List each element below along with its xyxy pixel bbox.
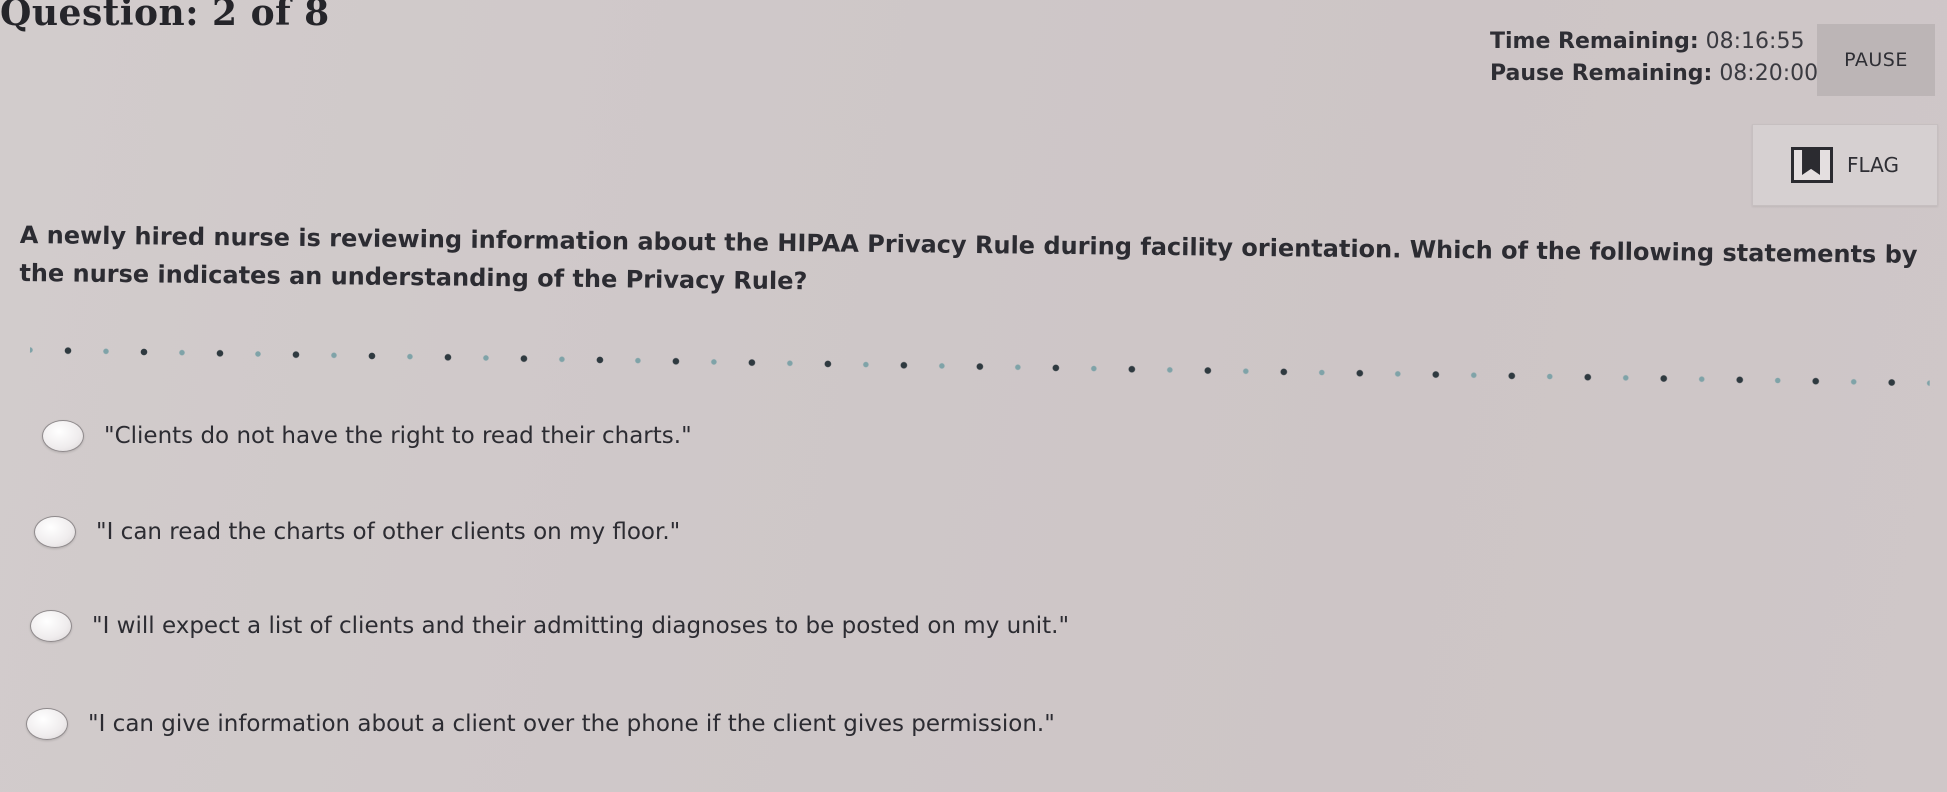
radio-button-1[interactable] (42, 420, 84, 452)
pause-remaining-label: Pause Remaining: (1490, 61, 1713, 86)
time-remaining-label: Time Remaining: (1490, 29, 1699, 54)
question-stem: A newly hired nurse is reviewing informa… (19, 220, 1918, 296)
answer-option-3[interactable]: "I will expect a list of clients and the… (30, 610, 1069, 642)
bookmark-flag-icon (1791, 147, 1834, 183)
flag-button[interactable]: FLAG (1752, 124, 1938, 206)
radio-button-3[interactable] (30, 610, 72, 642)
answer-option-4[interactable]: "I can give information about a client o… (26, 708, 1055, 740)
pause-button[interactable]: PAUSE (1817, 24, 1935, 96)
question-counter: Question: 2 of 8 (0, 0, 330, 34)
pause-remaining-value: 08:20:00 (1719, 61, 1819, 86)
time-remaining-row: Time Remaining: 08:16:55 (1490, 26, 1804, 58)
answer-option-3-text: "I will expect a list of clients and the… (92, 613, 1070, 639)
answer-option-1-text: "Clients do not have the right to read t… (104, 423, 692, 449)
radio-button-4[interactable] (26, 708, 68, 740)
answer-option-2-text: "I can read the charts of other clients … (96, 519, 681, 545)
dotted-divider (29, 345, 1930, 389)
pause-remaining-row: Pause Remaining: 08:20:00 (1490, 58, 1818, 90)
flag-button-label: FLAG (1847, 153, 1899, 177)
timers-panel: Time Remaining: 08:16:55 Pause Remaining… (1490, 26, 1818, 90)
answer-option-2[interactable]: "I can read the charts of other clients … (34, 516, 680, 548)
radio-button-2[interactable] (34, 516, 76, 548)
time-remaining-value: 08:16:55 (1705, 29, 1805, 54)
answer-option-1[interactable]: "Clients do not have the right to read t… (42, 420, 692, 452)
answer-option-4-text: "I can give information about a client o… (88, 711, 1055, 737)
